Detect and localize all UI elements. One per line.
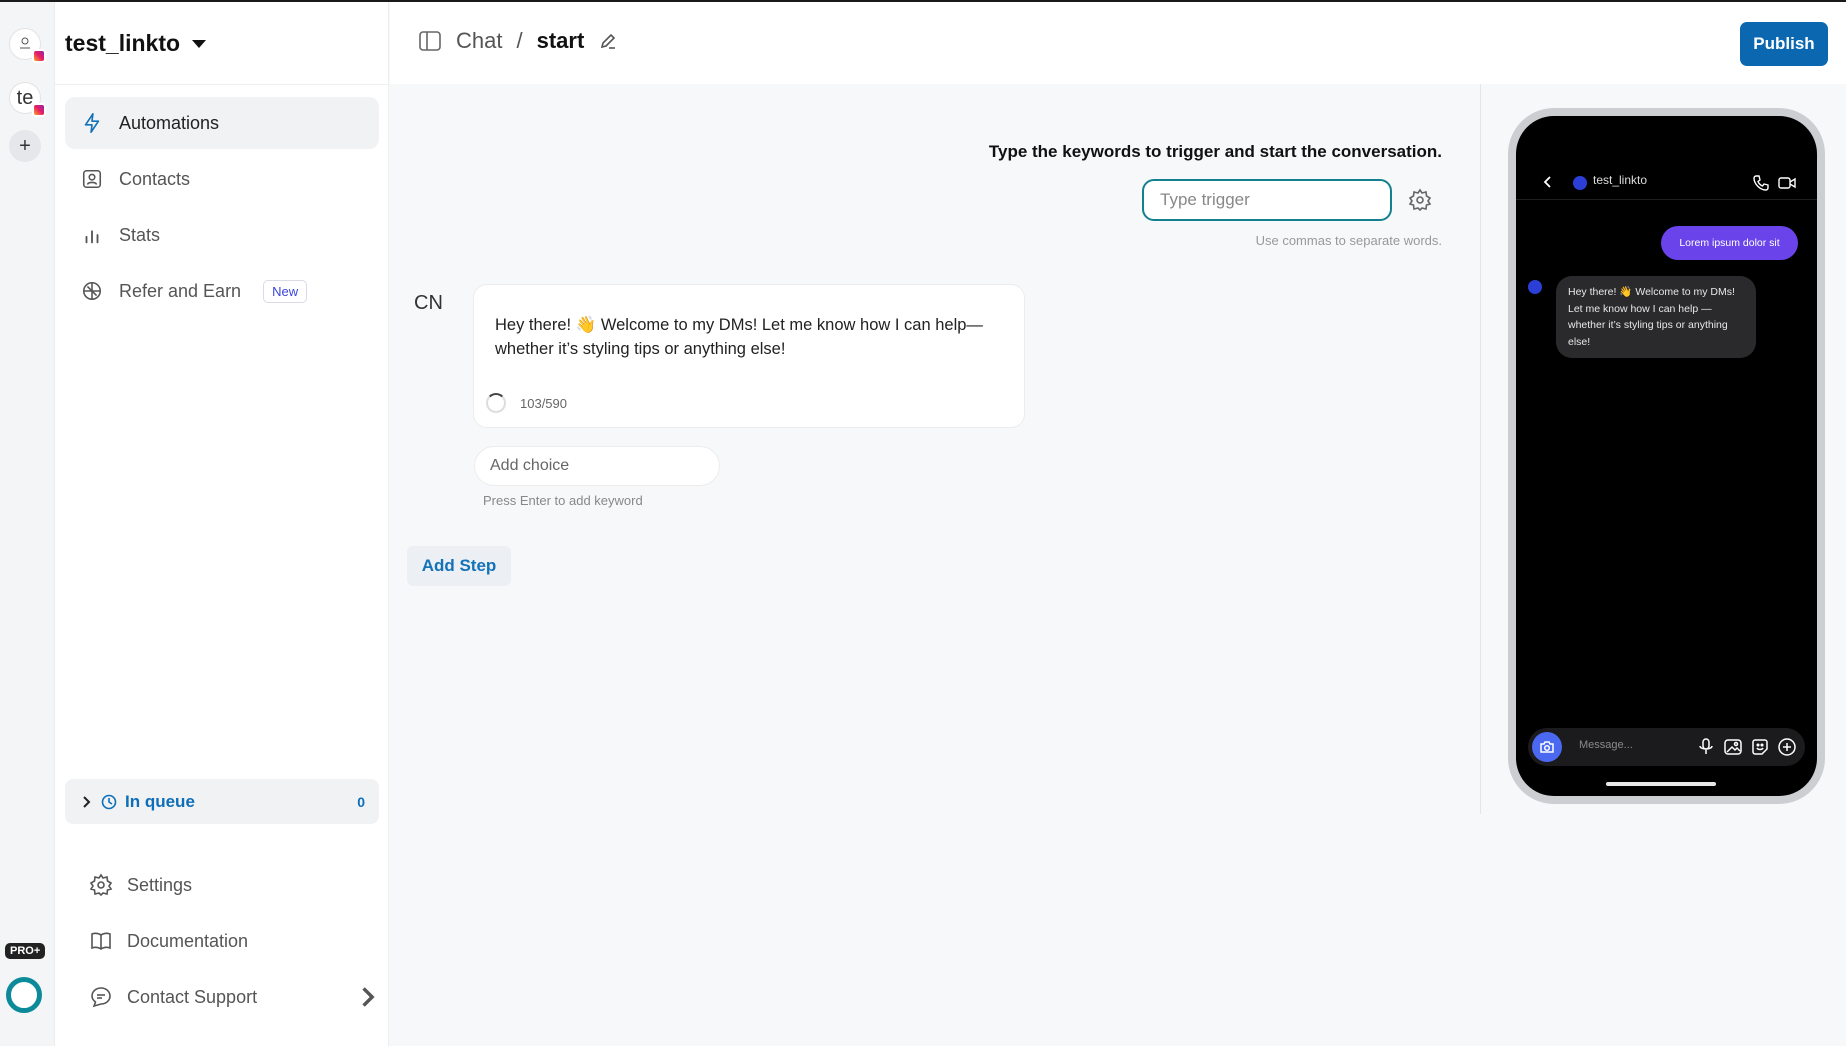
caret-down-icon	[192, 39, 207, 48]
breadcrumb-current: start	[536, 28, 585, 53]
sticker-icon	[1752, 739, 1768, 755]
breadcrumb-separator: /	[516, 28, 523, 53]
account-avatar-2[interactable]: te	[9, 82, 46, 117]
contact-card-icon	[82, 169, 102, 189]
in-queue-count: 0	[357, 793, 365, 810]
sidebar-item-automations[interactable]: Automations	[65, 97, 379, 149]
dm-header: test_linkto	[1516, 166, 1817, 200]
chevron-right-icon	[83, 795, 91, 808]
loading-spinner-icon	[486, 393, 506, 413]
sidebar-item-settings[interactable]: Settings	[89, 857, 379, 913]
phone-call-icon	[1753, 175, 1769, 191]
trigger-title: Type the keywords to trigger and start t…	[988, 142, 1442, 161]
add-account-button[interactable]: +	[9, 130, 41, 162]
pencil-icon[interactable]	[598, 31, 618, 51]
publish-button[interactable]: Publish	[1740, 22, 1828, 66]
camera-icon	[1532, 732, 1562, 762]
phone-preview: test_linkto Lorem ipsum dolor sit Hey th…	[1508, 108, 1825, 804]
back-arrow-icon	[1543, 176, 1551, 188]
incoming-bubble: Hey there! 👋 Welcome to my DMs! Let me k…	[1556, 276, 1756, 358]
bar-chart-icon	[85, 230, 99, 244]
chevron-right-icon	[362, 987, 375, 1007]
sidebar-item-contacts[interactable]: Contacts	[65, 153, 379, 205]
sidebar-item-contact-support[interactable]: Contact Support	[89, 969, 379, 1025]
gift-icon	[82, 281, 102, 301]
instagram-icon	[32, 49, 46, 63]
sidebar-item-label: Contacts	[119, 168, 191, 189]
sidebar-nav: Automations Contacts Stats Refer and Ear…	[65, 97, 379, 321]
trigger-hint: Use commas to separate words.	[1255, 233, 1442, 248]
workspace-switcher[interactable]: test_linkto	[65, 30, 207, 57]
breadcrumb-chat[interactable]: Chat	[456, 28, 502, 54]
pro-badge: PRO+	[5, 943, 46, 959]
avatar	[1528, 280, 1542, 294]
char-count: 103/590	[520, 395, 567, 411]
sidebar-toggle-icon[interactable]	[418, 29, 442, 53]
workspace-name: test_linkto	[65, 30, 181, 56]
plus-icon: +	[19, 134, 31, 157]
microphone-icon	[1699, 738, 1713, 754]
add-choice-input[interactable]	[474, 446, 720, 486]
header-bar: Chat / start Publish	[390, 2, 1846, 84]
in-queue-toggle[interactable]: In queue 0	[65, 779, 379, 824]
dm-username: test_linkto	[1593, 173, 1648, 187]
app-logo-icon[interactable]	[6, 977, 42, 1013]
sidebar-bottom-nav: Settings Documentation Contact Support	[89, 857, 379, 1025]
trigger-input[interactable]	[1142, 179, 1392, 221]
account-avatar-1[interactable]	[9, 28, 46, 63]
message-placeholder: Message...	[1579, 739, 1633, 751]
message-meta: 103/590	[486, 393, 567, 413]
support-chat-icon	[91, 987, 111, 1008]
choice-hint: Press Enter to add keyword	[483, 493, 643, 508]
sidebar-item-label: Contact Support	[127, 986, 258, 1007]
message-bar: Message...	[1528, 728, 1805, 766]
message-text[interactable]: Hey there! 👋 Welcome to my DMs! Let me k…	[495, 313, 995, 361]
phone-screen: test_linkto Lorem ipsum dolor sit Hey th…	[1516, 116, 1817, 796]
sidebar-item-label: Automations	[119, 112, 220, 133]
sidebar-item-label: Settings	[127, 874, 193, 895]
breadcrumb: Chat / start	[418, 28, 618, 54]
new-badge: New	[263, 279, 308, 303]
clock-icon	[101, 794, 117, 809]
instagram-icon	[32, 103, 46, 117]
book-icon	[91, 932, 111, 950]
account-logo-icon	[20, 37, 30, 49]
sidebar-item-stats[interactable]: Stats	[65, 209, 379, 261]
sidebar-divider	[55, 84, 389, 85]
gear-icon[interactable]	[1408, 188, 1432, 212]
add-step-button[interactable]: Add Step	[407, 546, 511, 586]
in-queue-label: In queue	[125, 791, 195, 811]
sidebar: test_linkto Automations Contacts Stats R…	[55, 2, 389, 1046]
preview-divider	[1480, 84, 1481, 814]
sender-avatar: CN	[414, 292, 443, 314]
sidebar-item-documentation[interactable]: Documentation	[89, 913, 379, 969]
outgoing-bubble: Lorem ipsum dolor sit	[1661, 226, 1798, 260]
account-initials: te	[16, 86, 34, 109]
image-icon	[1724, 739, 1742, 755]
plus-circle-icon	[1778, 738, 1796, 756]
video-call-icon	[1778, 177, 1796, 189]
sidebar-item-label: Stats	[119, 224, 161, 245]
automation-canvas: Type the keywords to trigger and start t…	[390, 84, 1480, 1046]
home-indicator	[1606, 782, 1716, 786]
gear-icon	[89, 873, 113, 897]
sidebar-item-label: Refer and Earn	[119, 280, 242, 301]
sidebar-item-label: Documentation	[127, 930, 249, 951]
avatar	[1573, 176, 1587, 190]
account-rail: te + PRO+	[0, 2, 55, 1046]
message-card[interactable]: Hey there! 👋 Welcome to my DMs! Let me k…	[473, 284, 1025, 428]
lightning-icon	[84, 113, 100, 133]
sidebar-item-refer[interactable]: Refer and Earn New	[65, 265, 379, 317]
